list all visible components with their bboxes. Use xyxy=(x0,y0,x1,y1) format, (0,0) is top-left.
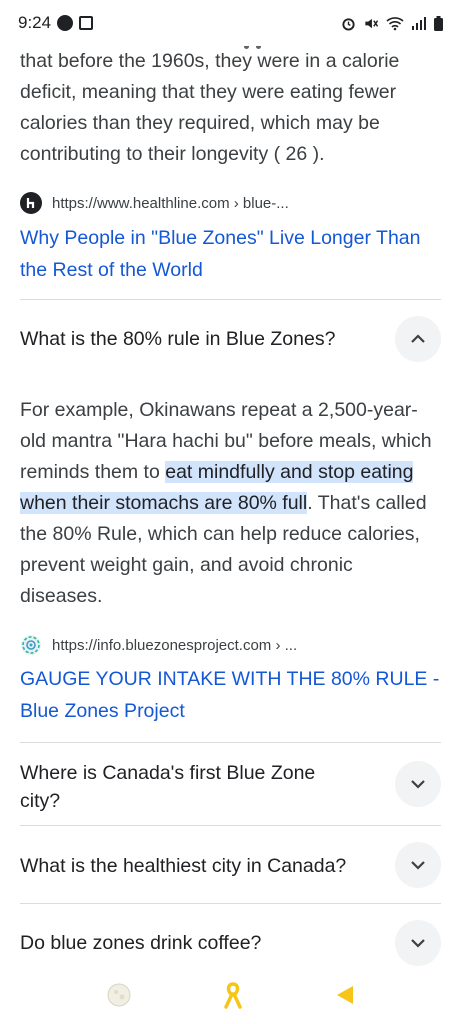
faq-answer: For example, Okinawans repeat a 2,500-ye… xyxy=(20,395,432,612)
chevron-down-icon xyxy=(411,780,425,789)
signal-icon xyxy=(412,17,426,30)
top-paragraph-line: deficit, meaning that they were eating f… xyxy=(20,81,397,103)
expand-button[interactable] xyxy=(395,842,441,888)
chevron-down-icon xyxy=(411,861,425,870)
divider xyxy=(20,742,441,743)
faq-question[interactable]: What is the healthiest city in Canada? xyxy=(20,852,380,880)
divider xyxy=(20,299,441,300)
link-title-line: Why People in "Blue Zones" Live Longer T… xyxy=(20,227,421,249)
expand-button[interactable] xyxy=(395,761,441,807)
status-left: 9:24 xyxy=(18,13,94,33)
status-time: 9:24 xyxy=(18,13,52,32)
status-bar: 9:24 xyxy=(0,0,461,46)
back-triangle-icon[interactable] xyxy=(335,984,355,1006)
source-url: https://info.bluezonesproject.com › ... xyxy=(52,636,298,654)
faq-question[interactable]: Where is Canada's first Blue Zone city? xyxy=(20,759,350,815)
mute-icon xyxy=(365,18,379,28)
chevron-up-icon xyxy=(411,334,425,343)
expand-button[interactable] xyxy=(395,920,441,966)
collapse-button[interactable] xyxy=(395,316,441,362)
result-link-80-rule[interactable]: GAUGE YOUR INTAKE WITH THE 80% RULE - Bl… xyxy=(20,663,440,727)
top-paragraph-line: calories than they required, which may b… xyxy=(20,112,380,134)
faq-question-expanded[interactable]: What is the 80% rule in Blue Zones? xyxy=(20,325,380,353)
top-paragraph: that before the 1960s, they were in a ca… xyxy=(20,46,435,170)
ribbon-icon[interactable] xyxy=(223,981,243,1009)
link-title-line: GAUGE YOUR INTAKE WITH THE 80% RULE - xyxy=(20,668,440,690)
source-healthline[interactable]: https://www.healthline.com › blue-... xyxy=(20,192,289,214)
link-title-line: Blue Zones Project xyxy=(20,700,185,722)
image-icon xyxy=(79,16,94,30)
search-results-content[interactable]: that before the 1960s, they were in a ca… xyxy=(0,46,461,966)
divider xyxy=(20,903,441,904)
link-title-line: the Rest of the World xyxy=(20,259,203,281)
top-paragraph-line: contributing to their longevity ( 26 ). xyxy=(20,143,325,165)
moon-icon[interactable] xyxy=(106,982,132,1008)
source-bluezonesproject[interactable]: https://info.bluezonesproject.com › ... xyxy=(20,634,297,656)
divider xyxy=(20,825,441,826)
status-right xyxy=(341,15,443,31)
bluezones-favicon-icon xyxy=(20,634,42,656)
result-link-blue-zones[interactable]: Why People in "Blue Zones" Live Longer T… xyxy=(20,222,440,286)
healthline-favicon-icon xyxy=(20,192,42,214)
chevron-down-icon xyxy=(411,939,425,948)
alarm-icon xyxy=(342,17,355,31)
navigation-bar xyxy=(0,966,461,1024)
source-url: https://www.healthline.com › blue-... xyxy=(52,194,289,212)
wifi-icon xyxy=(386,16,404,30)
messenger-icon xyxy=(57,15,74,31)
top-paragraph-line: that before the 1960s, they were in a ca… xyxy=(20,50,400,72)
faq-question[interactable]: Do blue zones drink coffee? xyxy=(20,929,380,957)
battery-icon xyxy=(434,15,443,31)
